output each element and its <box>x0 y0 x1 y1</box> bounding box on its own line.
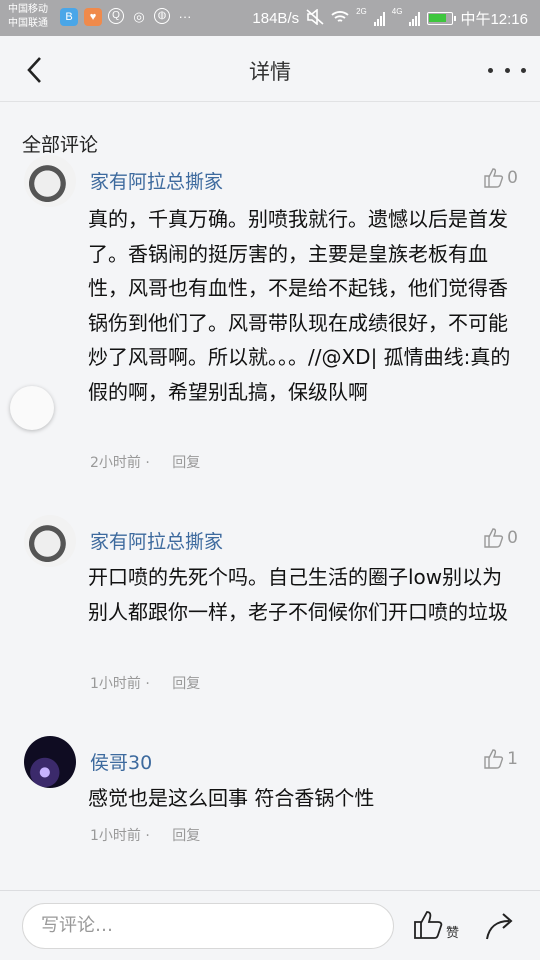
comment-time: 1小时前 <box>90 828 141 844</box>
reply-button[interactable]: 回复 <box>172 455 200 471</box>
like-count: 0 <box>507 168 518 188</box>
network-type-1: 2G <box>356 7 367 16</box>
heart-app-icon: ♥ <box>84 8 102 26</box>
comment-meta: 1小时前 · 回复 <box>90 676 201 692</box>
page-title: 详情 <box>249 60 291 84</box>
thumbs-up-icon <box>484 528 504 548</box>
comment-time: 2小时前 <box>90 455 141 471</box>
like-label: 赞 <box>446 926 460 941</box>
reply-button[interactable]: 回复 <box>172 828 200 844</box>
more-dot-icon <box>521 67 526 73</box>
wifi-icon <box>331 10 349 28</box>
avatar[interactable] <box>24 736 76 788</box>
carrier-2: 中国联通 <box>8 18 48 29</box>
carrier-info: 中国移动 中国联通 <box>8 3 48 31</box>
comment-time: 1小时前 <box>90 676 141 692</box>
mute-icon <box>306 7 324 29</box>
like-count: 1 <box>507 749 518 769</box>
network-type-2: 4G <box>391 7 403 16</box>
share-button[interactable] <box>484 909 518 943</box>
notification-icons: B ♥ Q ◎ ◍ ··· <box>60 8 194 26</box>
comment-text: 感觉也是这么回事 符合香锅个性 <box>88 786 375 810</box>
comment-username[interactable]: 家有阿拉总撕家 <box>90 527 223 554</box>
comment-username[interactable]: 家有阿拉总撕家 <box>90 167 223 194</box>
like-count: 0 <box>507 528 518 548</box>
signal-icon <box>373 11 385 26</box>
thumbs-up-icon <box>484 168 504 188</box>
status-bar: 中国移动 中国联通 B ♥ Q ◎ ◍ ··· 184B/s 2G 4G 中午1… <box>0 0 540 36</box>
comment-like-button[interactable]: 0 <box>483 167 518 189</box>
status-right: 184B/s 2G 4G 中午12:16 <box>252 8 528 29</box>
bottom-bar: 写评论… 赞 <box>0 890 540 960</box>
more-dot-icon <box>504 67 510 73</box>
comment-like-button[interactable]: 1 <box>483 748 518 770</box>
share-arrow-icon <box>486 913 513 940</box>
signal-icon-2 <box>409 11 421 26</box>
eye-icon: ◎ <box>133 9 145 24</box>
comment-text: 真的，千真万确。别喷我就行。遗憾以后是首发了。香锅闹的挺厉害的，主要是皇族老板有… <box>88 207 511 404</box>
network-speed: 184B/s <box>252 10 300 27</box>
floating-button[interactable] <box>10 386 54 430</box>
qq-icon: Q <box>108 8 124 24</box>
clock: 中午12:16 <box>460 11 528 28</box>
b-app-icon: B <box>60 8 78 26</box>
browser-icon: ◍ <box>154 8 170 24</box>
reply-button[interactable]: 回复 <box>172 676 200 692</box>
more-dots-icon: ··· <box>178 9 192 24</box>
comment-like-button[interactable]: 0 <box>483 527 518 549</box>
section-title: 全部评论 <box>22 134 99 156</box>
battery-icon <box>427 12 457 25</box>
more-button[interactable] <box>488 60 526 80</box>
thumbs-up-icon <box>484 749 504 769</box>
comment-meta: 1小时前 · 回复 <box>90 828 201 844</box>
avatar[interactable] <box>24 515 76 567</box>
like-article-button[interactable]: 赞 <box>412 909 459 941</box>
avatar[interactable] <box>24 155 76 207</box>
nav-bar: 详情 <box>0 36 540 102</box>
thumbs-up-icon <box>414 911 443 939</box>
more-dot-icon <box>488 67 493 73</box>
comment-meta: 2小时前 · 回复 <box>90 455 201 471</box>
carrier-1: 中国移动 <box>8 4 48 15</box>
comment-input[interactable]: 写评论… <box>22 903 394 949</box>
comment-text: 开口喷的先死个吗。自己生活的圈子low别以为别人都跟你一样，老子不伺候你们开口喷… <box>88 565 508 624</box>
comment-username[interactable]: 侯哥30 <box>90 748 152 775</box>
